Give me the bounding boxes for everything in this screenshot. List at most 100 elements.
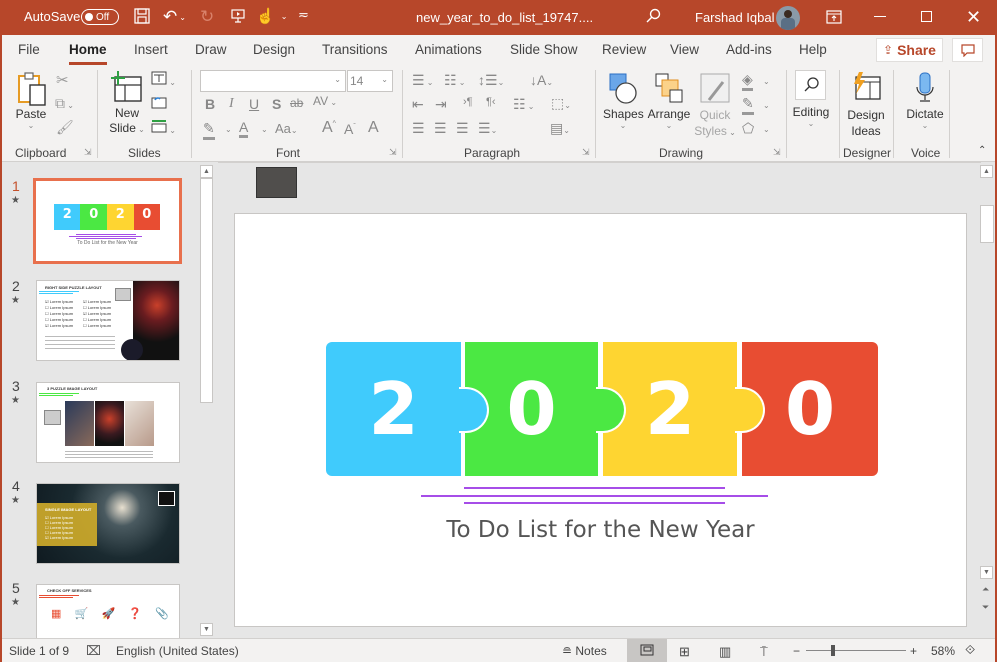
tab-help[interactable]: Help [799,42,827,57]
share-button[interactable]: ⇪ Share [876,38,943,62]
new-slide-icon[interactable] [108,71,144,107]
close-icon[interactable]: ✕ [966,7,981,28]
align-text-icon[interactable]: ⬚⌄ [551,95,571,112]
align-center-icon[interactable]: ☰ [434,120,447,137]
thumbnail-scrollbar-thumb[interactable] [200,178,213,403]
columns-icon[interactable]: ☷ ⌄ [513,96,535,113]
slide-sorter-icon[interactable]: ⊞ [679,644,690,660]
slide-thumbnail-2[interactable]: RIGHT SIDE PUZZLE LAYOUT ☑ Lorem Ipsum ☐ … [36,280,180,361]
text-direction-icon[interactable]: ↓A⌄ [530,72,553,88]
scroll-down-button[interactable]: ▼ [980,566,993,579]
bold-icon[interactable]: B [205,96,215,112]
save-icon[interactable] [134,8,150,24]
align-left-icon[interactable]: ☰ [412,120,425,137]
shapes-icon[interactable] [606,72,640,106]
touch-mode-icon[interactable]: ☝ ⌄ [256,7,287,25]
copy-icon[interactable]: ⧉ ⌄ [55,95,74,112]
decrease-indent-icon[interactable]: ⇤ [412,96,424,113]
clear-formatting-icon[interactable]: A [368,119,379,137]
microphone-icon[interactable] [910,71,940,105]
shapes-button[interactable]: Shapes ⌄ [603,107,644,130]
numbering-icon[interactable]: ☷ ⌄ [444,72,466,89]
justify-icon[interactable]: ☰⌄ [478,120,497,137]
language-indicator[interactable]: English (United States) [116,644,239,658]
dialog-launcher-icon[interactable]: ⇲ [582,147,590,158]
slide-thumbnail-1[interactable]: 2 0 2 0 To Do List for the New Year [33,178,182,264]
tab-file[interactable]: File [18,42,40,57]
dialog-launcher-icon[interactable]: ⇲ [773,147,781,158]
zoom-slider-track[interactable] [806,650,906,651]
accessibility-icon[interactable]: ⌧ [86,643,101,659]
fit-to-window-icon[interactable]: ⟐ [965,642,975,658]
autosave-toggle[interactable]: Off [81,9,119,25]
tab-home[interactable]: Home [69,42,107,65]
tab-add-ins[interactable]: Add-ins [726,42,772,57]
arrange-button[interactable]: Arrange ⌄ [645,107,693,130]
arrange-icon[interactable] [652,72,686,106]
shape-effects-icon[interactable]: ⬠ [742,120,754,137]
zoom-out-button[interactable]: − [793,644,800,658]
rtl-icon[interactable]: ¶‹ [486,96,496,108]
quick-styles-icon[interactable] [698,72,732,106]
zoom-in-button[interactable]: + [910,644,917,658]
quick-styles-button[interactable]: Quick Styles ⌄ [693,107,737,141]
line-spacing-icon[interactable]: ↕☰⌄ [478,72,504,89]
new-slide-button[interactable]: New Slide ⌄ [106,106,148,137]
editing-button[interactable]: Editing ⌄ [789,105,833,128]
zoom-slider-thumb[interactable] [830,645,835,656]
cut-icon[interactable]: ✂ [56,71,69,89]
paste-button[interactable]: Paste ⌄ [14,107,48,130]
tab-design[interactable]: Design [253,42,295,57]
tab-review[interactable]: Review [602,42,646,57]
scroll-up-button[interactable]: ▲ [980,165,993,178]
offslide-shape[interactable] [256,167,297,198]
slide-thumbnail-4[interactable]: SINGLE IMAGE LAYOUT ☑ Lorem Ipsum ☐ Lorem… [36,483,180,564]
bullets-icon[interactable]: ☰ ⌄ [412,72,434,89]
reset-icon[interactable] [151,95,167,112]
present-icon[interactable] [230,8,246,24]
next-slide-icon[interactable]: ⏷ [982,602,989,613]
slide-subtitle[interactable]: To Do List for the New Year [234,517,967,543]
customize-qat-icon[interactable]: ≂ [298,7,309,23]
design-ideas-button[interactable]: Design Ideas [845,107,887,139]
font-color-icon[interactable]: A [239,119,249,138]
dictate-button[interactable]: Dictate ⌄ [902,107,948,130]
section-icon[interactable]: ⌄ [151,119,176,136]
undo-icon[interactable]: ↶ ⌄ [163,7,186,27]
tab-draw[interactable]: Draw [195,42,227,57]
dialog-launcher-icon[interactable]: ⇲ [389,147,397,158]
highlight-icon[interactable]: ✎ [203,120,215,140]
tab-transitions[interactable]: Transitions [322,42,388,57]
avatar[interactable] [776,6,800,30]
smartart-icon[interactable]: ▤⌄ [550,120,570,137]
reading-view-icon[interactable]: ▥ [719,644,731,660]
maximize-icon[interactable] [921,11,932,22]
underline-icon[interactable]: U [249,96,259,112]
font-size-input[interactable]: 14 ⌄ [347,70,393,92]
increase-indent-icon[interactable]: ⇥ [435,96,447,113]
ribbon-display-icon[interactable] [826,10,842,24]
align-right-icon[interactable]: ☰ [456,120,469,137]
tab-view[interactable]: View [670,42,699,57]
slideshow-view-icon[interactable]: ⍑ [760,644,768,660]
shape-fill-icon[interactable]: ◈ [742,71,753,91]
paste-icon[interactable] [14,71,50,111]
slide-thumbnail-3[interactable]: 3 PUZZLE IMAGE LAYOUT [36,382,180,463]
strikethrough-icon[interactable]: ab [290,96,303,110]
previous-slide-icon[interactable]: ⏶ [982,584,989,595]
collapse-ribbon-icon[interactable]: ⌃ [978,145,986,156]
tab-insert[interactable]: Insert [134,42,168,57]
slide-scrollbar-thumb[interactable] [980,205,994,243]
decrease-font-icon[interactable]: Aˇ [344,121,356,137]
find-icon[interactable] [795,70,826,100]
dialog-launcher-icon[interactable]: ⇲ [84,147,92,158]
increase-font-icon[interactable]: A^ [322,119,336,137]
user-name[interactable]: Farshad Iqbal [695,10,775,25]
scroll-up-button[interactable]: ▲ [200,165,213,178]
italic-icon[interactable]: I [229,96,234,112]
ltr-icon[interactable]: ›¶ [463,96,473,108]
layout-icon[interactable]: ⌄ [151,71,176,88]
search-icon[interactable] [645,8,661,24]
format-painter-icon[interactable]: 🖌 [56,119,74,136]
slide-thumbnail-5[interactable]: CHECK OFF SERVICES ▦ 🛒 🚀 ❓ 📎 [36,584,180,638]
